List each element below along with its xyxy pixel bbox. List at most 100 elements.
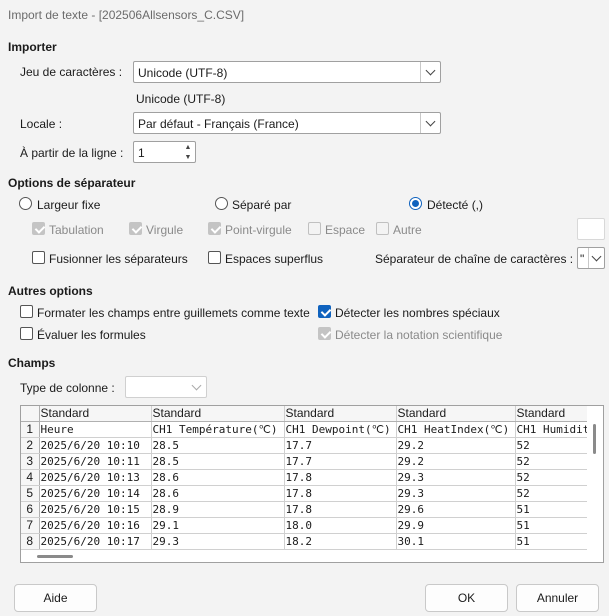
- column-type-header[interactable]: Standard: [151, 406, 285, 422]
- evaluate-formulas-checkbox[interactable]: [20, 327, 33, 340]
- locale-select[interactable]: Par défaut - Français (France): [133, 112, 441, 134]
- title-bar: Import de texte - [202506Allsensors_C.CS…: [0, 0, 609, 32]
- fields-section-title: Champs: [8, 356, 56, 370]
- table-cell: 52: [515, 469, 596, 486]
- space-checkbox[interactable]: [308, 222, 321, 235]
- fixed-width-label: Largeur fixe: [37, 198, 101, 212]
- locale-value: Par défaut - Français (France): [138, 117, 299, 131]
- table-row: 1 Heure CH1 Température(℃) CH1 Dewpoint(…: [21, 421, 596, 438]
- tab-checkbox[interactable]: [32, 222, 45, 235]
- separated-by-label: Séparé par: [232, 198, 292, 212]
- spin-down-icon[interactable]: ▼: [181, 152, 195, 162]
- horizontal-scrollbar[interactable]: [21, 550, 587, 562]
- table-cell: 2025/6/20 10:17: [39, 533, 152, 550]
- detect-scientific-label: Détecter la notation scientifique: [335, 328, 503, 342]
- table-cell: 29.3: [151, 533, 285, 550]
- table-row: 8 2025/6/20 10:17 29.3 18.2 30.1 51: [21, 533, 596, 550]
- detected-radio[interactable]: [409, 197, 422, 210]
- table-row: 6 2025/6/20 10:15 28.9 17.8 29.6 51: [21, 501, 596, 518]
- space-label: Espace: [325, 223, 366, 237]
- table-cell: 2025/6/20 10:11: [39, 453, 152, 470]
- other-options-section-title: Autres options: [8, 284, 93, 298]
- help-button[interactable]: Aide: [14, 584, 97, 612]
- table-cell: 2025/6/20 10:14: [39, 485, 152, 502]
- other-checkbox[interactable]: [376, 222, 389, 235]
- table-row: 7 2025/6/20 10:16 29.1 18.0 29.9 51: [21, 517, 596, 534]
- fixed-width-radio[interactable]: [19, 197, 32, 210]
- column-type-header[interactable]: Standard: [515, 406, 596, 422]
- table-cell: 29.9: [396, 517, 516, 534]
- column-type-header[interactable]: Standard: [284, 406, 397, 422]
- import-section-title: Importer: [8, 40, 57, 54]
- table-row: 2 2025/6/20 10:10 28.5 17.7 29.2 52: [21, 437, 596, 454]
- locale-label: Locale :: [20, 117, 63, 131]
- ok-button[interactable]: OK: [425, 584, 508, 612]
- table-cell: 29.3: [396, 485, 516, 502]
- from-row-label: À partir de la ligne :: [20, 146, 124, 160]
- evaluate-formulas-label: Évaluer les formules: [37, 328, 146, 342]
- charset-select[interactable]: Unicode (UTF-8): [133, 61, 441, 83]
- row-number: 3: [21, 453, 40, 470]
- string-delimiter-select[interactable]: ": [577, 247, 605, 269]
- separated-by-radio[interactable]: [215, 197, 228, 210]
- row-number: 4: [21, 469, 40, 486]
- chevron-down-icon[interactable]: [588, 248, 604, 268]
- detect-special-numbers-checkbox[interactable]: [318, 305, 331, 318]
- table-cell: CH1 Humidit: [515, 421, 596, 438]
- preview-table: Standard Standard Standard Standard Stan…: [21, 406, 596, 550]
- string-delimiter-label: Séparateur de chaîne de caractères :: [375, 252, 574, 266]
- chevron-down-icon[interactable]: [420, 62, 440, 82]
- row-number: 6: [21, 501, 40, 518]
- column-type-header[interactable]: Standard: [396, 406, 516, 422]
- table-cell: 29.1: [151, 517, 285, 534]
- table-cell: 28.6: [151, 469, 285, 486]
- row-number: 2: [21, 437, 40, 454]
- table-cell: 28.5: [151, 453, 285, 470]
- column-type-header[interactable]: Standard: [39, 406, 152, 422]
- quoted-as-text-checkbox[interactable]: [20, 305, 33, 318]
- table-cell: 2025/6/20 10:16: [39, 517, 152, 534]
- merge-delimiters-checkbox[interactable]: [32, 251, 45, 264]
- cancel-button[interactable]: Annuler: [516, 584, 599, 612]
- table-cell: 29.6: [396, 501, 516, 518]
- table-cell: 18.2: [284, 533, 397, 550]
- table-cell: 29.2: [396, 437, 516, 454]
- table-row: 4 2025/6/20 10:13 28.6 17.8 29.3 52: [21, 469, 596, 486]
- table-row: 3 2025/6/20 10:11 28.5 17.7 29.2 52: [21, 453, 596, 470]
- table-cell: 51: [515, 533, 596, 550]
- spin-up-icon[interactable]: ▲: [181, 142, 195, 152]
- table-cell: 17.8: [284, 485, 397, 502]
- other-label: Autre: [393, 223, 422, 237]
- merge-delimiters-label: Fusionner les séparateurs: [49, 252, 188, 266]
- table-cell: 2025/6/20 10:13: [39, 469, 152, 486]
- trim-spaces-checkbox[interactable]: [208, 251, 221, 264]
- table-cell: 51: [515, 517, 596, 534]
- comma-checkbox[interactable]: [129, 222, 142, 235]
- table-cell: 52: [515, 437, 596, 454]
- table-row: 5 2025/6/20 10:14 28.6 17.8 29.3 52: [21, 485, 596, 502]
- row-number: 7: [21, 517, 40, 534]
- table-cell: 52: [515, 485, 596, 502]
- column-type-select[interactable]: [125, 376, 207, 398]
- string-delimiter-value: ": [580, 252, 585, 266]
- detected-label: Détecté (,): [427, 198, 484, 212]
- chevron-down-icon[interactable]: [420, 113, 440, 133]
- row-number: 8: [21, 533, 40, 550]
- vertical-scrollbar[interactable]: [587, 406, 603, 562]
- table-cell: 30.1: [396, 533, 516, 550]
- charset-preview: Unicode (UTF-8): [136, 92, 226, 106]
- preview-grid[interactable]: Standard Standard Standard Standard Stan…: [20, 405, 604, 563]
- semicolon-checkbox[interactable]: [208, 222, 221, 235]
- from-row-value: 1: [138, 146, 145, 160]
- detect-scientific-checkbox[interactable]: [318, 327, 331, 340]
- table-cell: 18.0: [284, 517, 397, 534]
- from-row-spinner[interactable]: 1 ▲ ▼: [133, 141, 196, 163]
- other-separator-input[interactable]: [577, 218, 605, 240]
- table-cell: CH1 Température(℃): [151, 421, 285, 438]
- window-title: Import de texte - [202506Allsensors_C.CS…: [8, 8, 245, 22]
- column-type-header-row: Standard Standard Standard Standard Stan…: [21, 406, 596, 422]
- table-cell: 17.8: [284, 501, 397, 518]
- chevron-down-icon[interactable]: [186, 377, 206, 397]
- row-number: 5: [21, 485, 40, 502]
- table-cell: 52: [515, 453, 596, 470]
